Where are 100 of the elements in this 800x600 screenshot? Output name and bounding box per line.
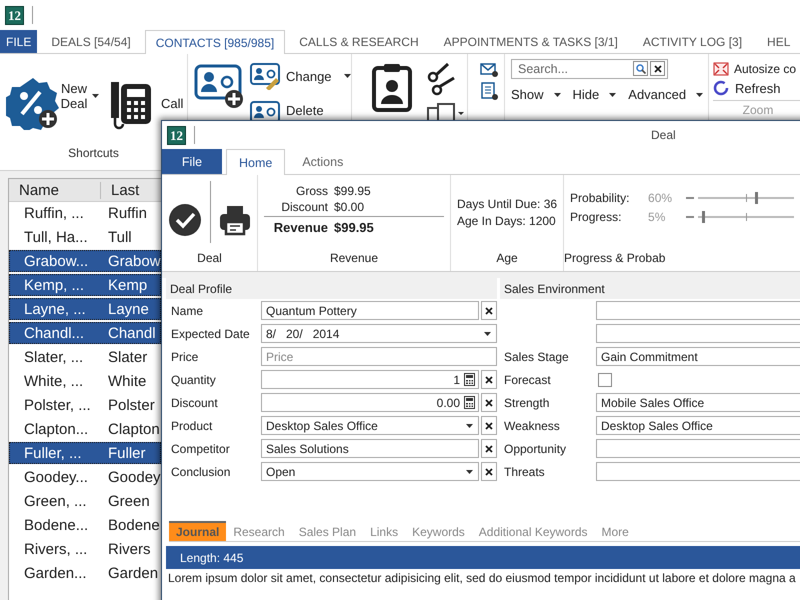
tab[interactable]: Sales Plan (292, 521, 364, 541)
ribbon-tab[interactable]: DEALS [54/54] (40, 30, 142, 53)
list-row[interactable]: Rivers, ... Rivers (9, 538, 161, 560)
input-field[interactable]: Price (261, 347, 497, 366)
column-header[interactable]: Name (9, 182, 101, 198)
list-row[interactable]: Tull, Ha... Tull (9, 226, 161, 248)
table-cell-text: Polster, ... (23, 396, 92, 414)
ribbon-tab[interactable]: ACTIVITY LOG [3] (632, 30, 754, 53)
revenue-value: $0.00 (334, 200, 366, 214)
tab[interactable]: Additional Keywords (472, 521, 595, 541)
ribbon-tab[interactable]: Actions (289, 149, 356, 174)
ribbon-tab[interactable]: CONTACTS [985/985] (144, 30, 286, 54)
table-cell-text: Ruffin, ... (23, 204, 85, 222)
refresh-button[interactable]: Refresh (713, 80, 781, 96)
clear-icon (485, 444, 493, 452)
list-row[interactable]: Polster, ... Polster (9, 394, 161, 416)
file-tab[interactable]: File (162, 149, 222, 174)
list-row[interactable]: Garden... Garden (9, 562, 161, 584)
revenue-label: Discount (280, 200, 329, 214)
section-header: Sales Environment (500, 278, 800, 299)
new-deal-button[interactable]: New Deal (60, 81, 99, 111)
tab[interactable]: Links (363, 521, 406, 541)
input-field[interactable]: Desktop Sales Office (261, 416, 479, 435)
checkbox[interactable] (598, 372, 612, 386)
clear-button[interactable] (481, 393, 497, 412)
input-field[interactable]: Mobile Sales Office (596, 393, 800, 412)
field-label: Product (170, 418, 214, 432)
view-dropdown-button[interactable]: Advanced (628, 87, 704, 102)
group-label: Progress & Probab (564, 251, 666, 265)
input-field[interactable] (596, 462, 800, 481)
list-row[interactable]: Grabow... Grabow (9, 250, 161, 272)
window-title: Deal (651, 128, 676, 142)
column-header[interactable]: Last (101, 182, 140, 198)
view-dropdown-button[interactable]: Show (511, 87, 561, 102)
clear-button[interactable] (481, 370, 497, 389)
calculator-icon (464, 396, 475, 409)
input-field[interactable] (596, 439, 800, 458)
ribbon-tab[interactable]: CALLS & RESEARCH (288, 30, 430, 53)
field-label: Name (170, 304, 204, 318)
list-row[interactable]: Clapton... Clapton (9, 418, 161, 440)
list-row[interactable]: Slater, ... Slater (9, 346, 161, 368)
list-row[interactable]: Green, ... Green (9, 490, 161, 512)
ribbon-tab[interactable]: Home (226, 149, 286, 175)
clear-button[interactable] (481, 416, 497, 435)
tab[interactable]: Keywords (405, 521, 472, 541)
contact-card-edit-icon (250, 62, 282, 90)
field-label: Quantity (170, 372, 217, 386)
ribbon-tab[interactable]: APPOINTMENTS & TASKS [3/1] (432, 30, 629, 53)
change-button[interactable]: Change (250, 62, 351, 90)
decrease-button[interactable] (686, 196, 694, 200)
file-tab[interactable]: FILE (0, 30, 38, 53)
input-field[interactable] (596, 324, 800, 343)
table-cell-text: Goodey (107, 468, 160, 486)
clear-button[interactable] (481, 462, 497, 481)
table-cell-text: Tull, Ha... (23, 228, 89, 246)
slider-thumb[interactable] (702, 211, 705, 223)
view-dropdown-button[interactable]: Hide (572, 87, 616, 102)
autosize-button[interactable]: Autosize co (713, 62, 796, 76)
field-label: Strength (503, 396, 550, 410)
list-row[interactable]: White, ... White (9, 370, 161, 392)
clear-button[interactable] (481, 301, 497, 320)
ribbon-tab[interactable]: HEL (756, 30, 800, 53)
field-label: Competitor (170, 442, 231, 456)
clear-button[interactable] (481, 439, 497, 458)
tab[interactable]: More (594, 521, 636, 541)
table-cell-text: Kemp (107, 276, 148, 294)
list-row[interactable]: Kemp, ... Kemp (9, 274, 161, 296)
input-field[interactable]: Quantum Pottery (261, 301, 479, 320)
input-field[interactable]: Desktop Sales Office (596, 416, 800, 435)
field-label: Discount (170, 396, 219, 410)
input-field[interactable]: 1 (261, 370, 479, 389)
section-header: Deal Profile (166, 278, 497, 299)
slider-thumb[interactable] (754, 192, 758, 204)
delete-button[interactable]: Delete (250, 100, 351, 120)
revenue-value: $99.95 (334, 184, 372, 198)
list-row[interactable]: Ruffin, ... Ruffin (9, 202, 161, 224)
list-row[interactable]: Chandl... Chandl (9, 322, 161, 344)
list-row[interactable]: Goodey... Goodey (9, 466, 161, 488)
list-row[interactable]: Bodene... Bodene (9, 514, 161, 536)
clear-search-button[interactable] (650, 61, 665, 76)
search-icon (636, 64, 646, 74)
list-row[interactable]: Layne, ... Layne (9, 298, 161, 320)
caret-icon (92, 94, 99, 98)
tab[interactable]: Research (226, 521, 292, 541)
field-label: Sales Stage (503, 350, 570, 364)
app-logo: 12 (5, 6, 24, 24)
app-logo: 12 (167, 126, 186, 144)
input-field[interactable]: Open (261, 462, 479, 481)
clear-icon (654, 64, 662, 72)
input-field[interactable] (596, 301, 800, 320)
clear-icon (485, 398, 493, 406)
revenue-value: $99.95 (334, 220, 375, 234)
input-field[interactable]: 0.00 (261, 393, 479, 412)
list-row[interactable]: Fuller, ... Fuller (9, 442, 161, 464)
decrease-button[interactable] (686, 215, 694, 219)
input-field[interactable]: Sales Solutions (261, 439, 479, 458)
input-field[interactable]: Gain Commitment (596, 347, 800, 366)
search-button[interactable] (633, 61, 648, 76)
journal-text: Lorem ipsum dolor sit amet, consectetur adipisicing elit, sed do eiusmod tempor incididunt ut labore et dolore magna a (168, 570, 797, 585)
input-field[interactable]: 8/ 20/ 2014 (261, 324, 497, 343)
